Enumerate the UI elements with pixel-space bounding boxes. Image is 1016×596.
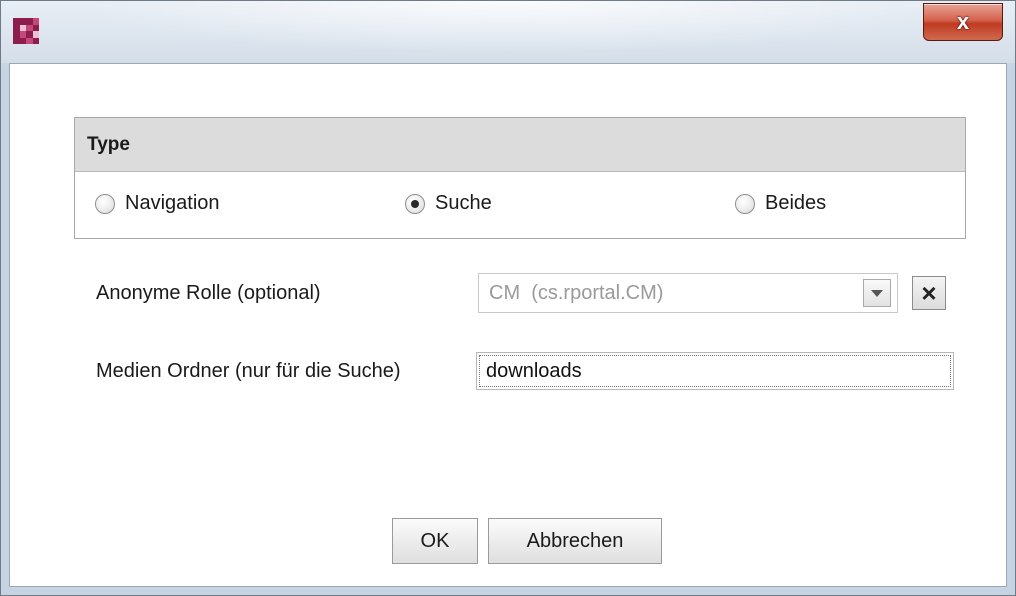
radio-suche-label[interactable]: Suche <box>435 192 492 215</box>
ok-button[interactable]: OK <box>392 518 478 564</box>
anonymous-role-dropdown[interactable]: CM (cs.rportal.CM) <box>478 273 898 313</box>
dialog-window: x Type Navigation Suche Beides Anonyme R… <box>0 0 1016 596</box>
close-icon: x <box>956 9 970 34</box>
type-panel: Type Navigation Suche Beides <box>74 117 966 239</box>
clear-role-button[interactable]: × <box>912 276 946 310</box>
radio-unchecked-icon[interactable] <box>95 193 115 214</box>
title-bar[interactable]: x <box>1 1 1015 63</box>
radio-unchecked-icon[interactable] <box>735 193 755 214</box>
type-radio-group: Navigation Suche Beides <box>75 172 965 238</box>
ok-button-label: OK <box>420 529 450 552</box>
media-folder-value[interactable]: downloads <box>479 355 951 387</box>
radio-checked-icon[interactable] <box>405 193 425 214</box>
media-folder-input[interactable]: downloads <box>476 352 954 390</box>
radio-navigation-label[interactable]: Navigation <box>125 192 220 215</box>
chevron-down-icon[interactable] <box>863 279 891 307</box>
anonymous-role-value[interactable]: CM (cs.rportal.CM) <box>479 282 863 305</box>
radio-navigation[interactable]: Navigation <box>95 192 220 215</box>
app-logo-icon <box>13 18 39 44</box>
media-folder-label: Medien Ordner (nur für die Suche) <box>96 360 401 382</box>
dialog-content: Type Navigation Suche Beides Anonyme Rol… <box>9 63 1007 587</box>
close-button[interactable]: x <box>923 3 1003 41</box>
type-panel-header: Type <box>75 118 965 172</box>
close-icon: × <box>921 278 937 308</box>
type-panel-title: Type <box>87 133 130 155</box>
radio-beides-label[interactable]: Beides <box>765 192 826 215</box>
radio-beides[interactable]: Beides <box>735 192 826 215</box>
radio-suche[interactable]: Suche <box>405 192 492 215</box>
anonymous-role-label: Anonyme Rolle (optional) <box>96 282 321 304</box>
cancel-button[interactable]: Abbrechen <box>488 518 662 564</box>
cancel-button-label: Abbrechen <box>526 529 624 552</box>
